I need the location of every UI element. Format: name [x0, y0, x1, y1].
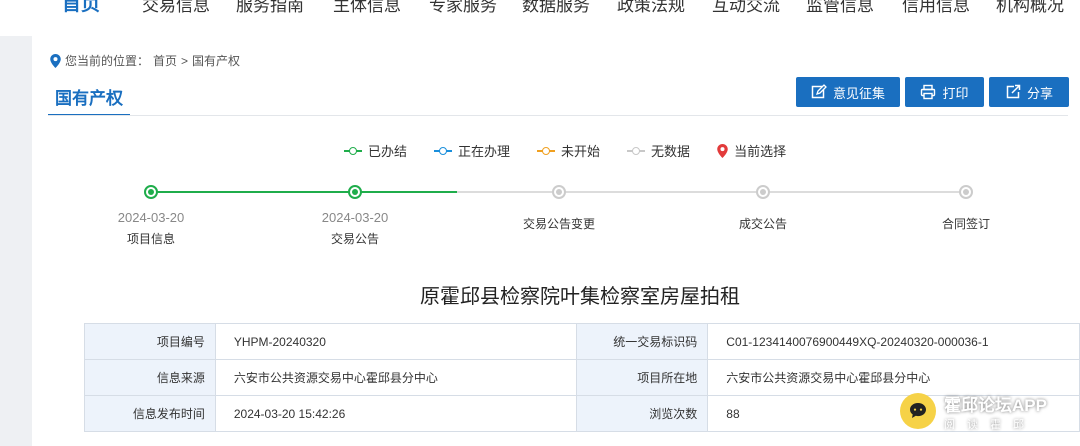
in-progress-marker-icon: [434, 146, 453, 156]
nav-item-supervision[interactable]: 监管信息: [806, 0, 874, 16]
print-label: 打印: [942, 85, 969, 101]
timeline-node-contract[interactable]: [959, 185, 973, 199]
nav-item-credit[interactable]: 信用信息: [902, 0, 970, 16]
nav-item-about[interactable]: 机构概况: [996, 0, 1064, 16]
nav-item-policy[interactable]: 政策法规: [617, 0, 685, 16]
app-name: 霍邱论坛APP: [944, 395, 1047, 415]
legend-item-completed: 已办结: [344, 141, 407, 160]
timeline-label-trade-notice[interactable]: 交易公告: [317, 232, 393, 247]
nav-item-trade-info[interactable]: 交易信息: [142, 0, 210, 16]
status-legend: 已办结 正在办理 未开始 无数据 当前选择: [344, 141, 786, 160]
publish-time-value: 2024-03-20 15:42:26: [214, 395, 578, 432]
timeline-remaining-line: [457, 191, 966, 193]
timeline-progress-line: [151, 191, 457, 193]
timeline-date: 2024-03-20: [321, 210, 389, 225]
location-pin-icon: [50, 53, 61, 68]
table-row: 项目编号 YHPM-20240320 统一交易标识码 C01-123414007…: [84, 323, 1080, 360]
legend-item-not-started: 未开始: [537, 141, 600, 160]
feedback-button[interactable]: 意见征集: [796, 77, 900, 107]
top-navigation: 首页 交易信息 服务指南 主体信息 专家服务 数据服务 政策法规 互动交流 监管…: [0, 0, 1080, 36]
legend-label: 当前选择: [734, 144, 787, 159]
legend-label: 正在办理: [458, 144, 511, 159]
legend-label: 已办结: [368, 144, 408, 159]
timeline-label-deal-notice[interactable]: 成交公告: [725, 217, 801, 232]
table-key: 浏览次数: [576, 395, 709, 432]
trade-id-value: C01-1234140076900449XQ-20240320-000036-1: [707, 323, 1080, 360]
timeline-label-notice-change[interactable]: 交易公告变更: [521, 217, 597, 232]
no-data-marker-icon: [627, 146, 646, 156]
breadcrumb: 您当前的位置： 首页 > 国有产权: [50, 52, 240, 69]
app-logo-icon: [900, 393, 936, 429]
timeline-date: 2024-03-20: [117, 210, 185, 225]
legend-item-current: 当前选择: [717, 141, 786, 160]
timeline-label-project-info[interactable]: 项目信息: [113, 232, 189, 247]
breadcrumb-home-link[interactable]: 首页: [153, 52, 177, 69]
nav-item-interaction[interactable]: 互动交流: [712, 0, 780, 16]
print-button[interactable]: 打印: [905, 77, 984, 107]
nav-item-home[interactable]: 首页: [62, 0, 100, 16]
legend-item-in-progress: 正在办理: [434, 141, 510, 160]
app-slogan: 阅读霍邱: [944, 418, 1036, 431]
breadcrumb-prefix: 您当前的位置：: [65, 54, 150, 68]
nav-item-expert-service[interactable]: 专家服务: [429, 0, 497, 16]
timeline-node-project-info[interactable]: [144, 185, 158, 199]
not-started-marker-icon: [537, 146, 556, 156]
app-watermark: 霍邱论坛APP 阅读霍邱: [900, 388, 1070, 434]
table-key: 信息来源: [84, 359, 216, 396]
breadcrumb-current[interactable]: 国有产权: [192, 52, 240, 69]
nav-item-subject-info[interactable]: 主体信息: [333, 0, 401, 16]
project-number-value: YHPM-20240320: [214, 323, 578, 360]
project-title: 原霍邱县检察院叶集检察室房屋拍租: [420, 286, 740, 308]
timeline-node-trade-notice[interactable]: [348, 185, 362, 199]
table-key: 项目编号: [84, 323, 216, 360]
breadcrumb-separator: >: [181, 53, 189, 68]
section-divider: [48, 115, 1068, 116]
legend-label: 无数据: [651, 144, 691, 159]
feedback-label: 意见征集: [832, 85, 885, 101]
current-selection-pin-icon: [717, 143, 728, 158]
table-key: 信息发布时间: [84, 395, 216, 432]
nav-item-data-service[interactable]: 数据服务: [522, 0, 590, 16]
share-label: 分享: [1026, 85, 1053, 101]
table-key: 项目所在地: [576, 359, 709, 396]
section-tab-state-property[interactable]: 国有产权: [48, 78, 130, 116]
timeline-label-contract[interactable]: 合同签订: [928, 217, 1004, 232]
legend-item-no-data: 无数据: [627, 141, 690, 160]
timeline-node-deal-notice[interactable]: [756, 185, 770, 199]
info-source-value: 六安市公共资源交易中心霍邱县分中心: [214, 359, 578, 396]
edit-icon: [811, 84, 827, 99]
share-button[interactable]: 分享: [989, 77, 1069, 107]
nav-item-service-guide[interactable]: 服务指南: [236, 0, 304, 16]
table-key: 统一交易标识码: [576, 323, 709, 360]
timeline-node-notice-change[interactable]: [552, 185, 566, 199]
share-icon: [1006, 84, 1021, 99]
printer-icon: [921, 84, 936, 100]
legend-label: 未开始: [561, 144, 601, 159]
completed-marker-icon: [344, 146, 362, 156]
